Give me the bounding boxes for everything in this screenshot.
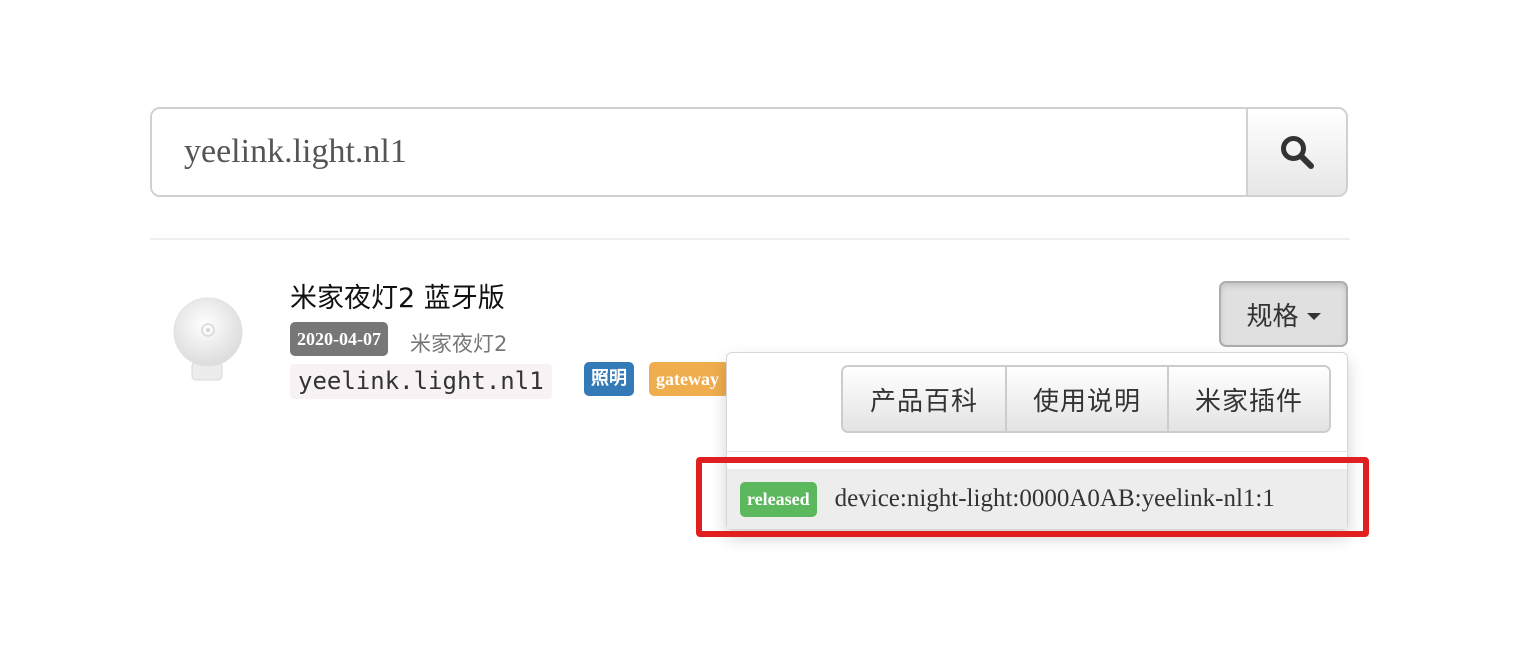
status-badge: released <box>740 481 817 517</box>
tag-lighting[interactable]: 照明 <box>584 362 634 396</box>
search-input[interactable] <box>152 109 1246 195</box>
search-bar <box>150 107 1348 197</box>
spec-dropdown-button[interactable]: 规格 <box>1219 281 1348 347</box>
caret-down-icon <box>1306 312 1321 320</box>
spec-label: 规格 <box>1246 301 1299 332</box>
device-urn: device:night-light:0000A0AB:yeelink-nl1:… <box>834 485 1275 512</box>
encyclopedia-button[interactable]: 产品百科 <box>843 367 1005 431</box>
spec-button-group: 产品百科 使用说明 米家插件 <box>841 365 1331 433</box>
manual-button[interactable]: 使用说明 <box>1005 367 1167 431</box>
divider <box>150 238 1350 240</box>
menu-divider <box>727 451 1347 452</box>
tag-gateway[interactable]: gateway <box>649 362 729 396</box>
night-light-image <box>173 297 243 381</box>
release-date-badge: 2020-04-07 <box>290 322 388 356</box>
plugin-button[interactable]: 米家插件 <box>1167 367 1329 431</box>
model-code: yeelink.light.nl1 <box>290 364 552 399</box>
search-icon <box>1281 136 1314 169</box>
product-title: 米家夜灯2 蓝牙版 <box>290 283 505 314</box>
spec-dropdown-menu: 产品百科 使用说明 米家插件 released device:night-lig… <box>726 352 1348 530</box>
product-subname: 米家夜灯2 <box>410 332 508 356</box>
urn-menu-item[interactable]: released device:night-light:0000A0AB:yee… <box>727 469 1347 529</box>
search-button[interactable] <box>1246 109 1346 195</box>
